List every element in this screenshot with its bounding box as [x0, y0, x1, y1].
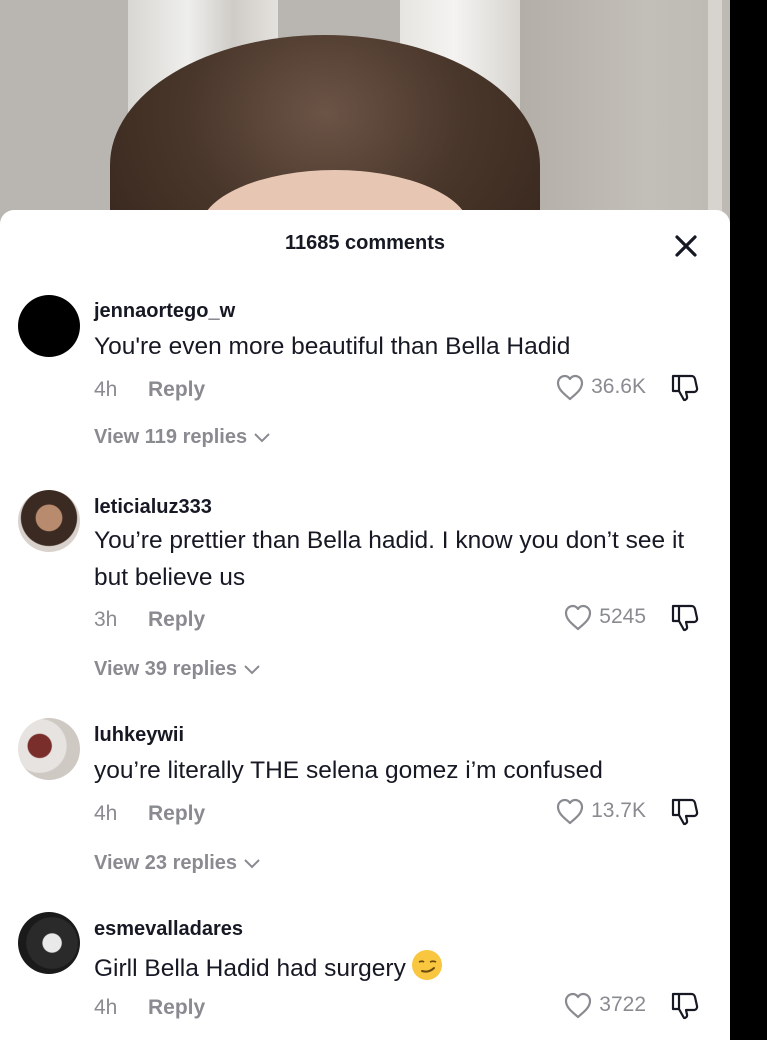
comment-username[interactable]: luhkeywii: [94, 724, 184, 747]
reply-button[interactable]: Reply: [148, 802, 205, 826]
view-replies-button[interactable]: View 119 replies: [94, 426, 271, 449]
view-replies-label: View 23 replies: [94, 852, 238, 874]
like-button[interactable]: 13.7K: [486, 796, 646, 826]
comment-text-body: Girll Bella Hadid had surgery: [94, 955, 406, 982]
dislike-button[interactable]: [668, 988, 702, 1022]
heart-icon: [565, 992, 592, 1019]
smirking-face-emoji: [411, 950, 442, 980]
screen-edge: [730, 0, 767, 1040]
tiktok-comments-screen: 11685 comments jennaortego_w You're even…: [0, 0, 730, 1040]
comment-text: You’re prettier than Bella hadid. I know…: [94, 527, 685, 591]
chevron-down-icon: [254, 432, 270, 442]
video-background[interactable]: [0, 0, 730, 240]
avatar[interactable]: [18, 490, 80, 552]
chevron-down-icon: [244, 858, 260, 868]
heart-icon: [565, 604, 592, 631]
comment-time: 4h: [94, 996, 118, 1019]
view-replies-label: View 39 replies: [94, 658, 238, 680]
comments-count-title: 11685 comments: [284, 232, 446, 254]
like-button[interactable]: 5245: [486, 602, 646, 632]
comment-username[interactable]: jennaortego_w: [94, 300, 235, 323]
thumbs-down-icon: [671, 798, 699, 826]
view-replies-button[interactable]: View 23 replies: [94, 852, 261, 875]
avatar[interactable]: [18, 718, 80, 780]
comment-username[interactable]: esmevalladares: [94, 918, 243, 941]
like-count: 13.7K: [591, 799, 646, 822]
comment-username[interactable]: leticialuz333: [94, 496, 212, 519]
view-replies-button[interactable]: View 39 replies: [94, 658, 261, 681]
comment-time: 4h: [94, 378, 118, 401]
reply-button[interactable]: Reply: [148, 378, 205, 402]
chevron-down-icon: [244, 664, 260, 674]
like-count: 5245: [599, 605, 646, 628]
like-count: 36.6K: [591, 375, 646, 398]
avatar[interactable]: [18, 295, 80, 357]
like-button[interactable]: 3722: [486, 990, 646, 1020]
comment-text: You're even more beautiful than Bella Ha…: [94, 333, 571, 360]
heart-icon: [557, 798, 584, 825]
dislike-button[interactable]: [668, 600, 702, 634]
comment-text: you’re literally THE selena gomez i’m co…: [94, 757, 603, 784]
comment-time: 3h: [94, 608, 118, 631]
thumbs-down-icon: [671, 374, 699, 402]
wall: [520, 0, 730, 240]
like-count: 3722: [599, 993, 646, 1016]
view-replies-label: View 119 replies: [94, 426, 248, 448]
comment-text: Girll Bella Hadid had surgery: [94, 948, 709, 987]
avatar[interactable]: [18, 912, 80, 974]
comment-time: 4h: [94, 802, 118, 825]
thumbs-down-icon: [671, 992, 699, 1020]
thumbs-down-icon: [671, 604, 699, 632]
close-icon[interactable]: [670, 230, 702, 262]
reply-button[interactable]: Reply: [148, 608, 205, 632]
heart-icon: [557, 374, 584, 401]
dislike-button[interactable]: [668, 370, 702, 404]
dislike-button[interactable]: [668, 794, 702, 828]
like-button[interactable]: 36.6K: [486, 372, 646, 402]
comments-panel: 11685 comments jennaortego_w You're even…: [0, 210, 730, 1040]
door-frame: [708, 0, 722, 240]
reply-button[interactable]: Reply: [148, 996, 205, 1020]
